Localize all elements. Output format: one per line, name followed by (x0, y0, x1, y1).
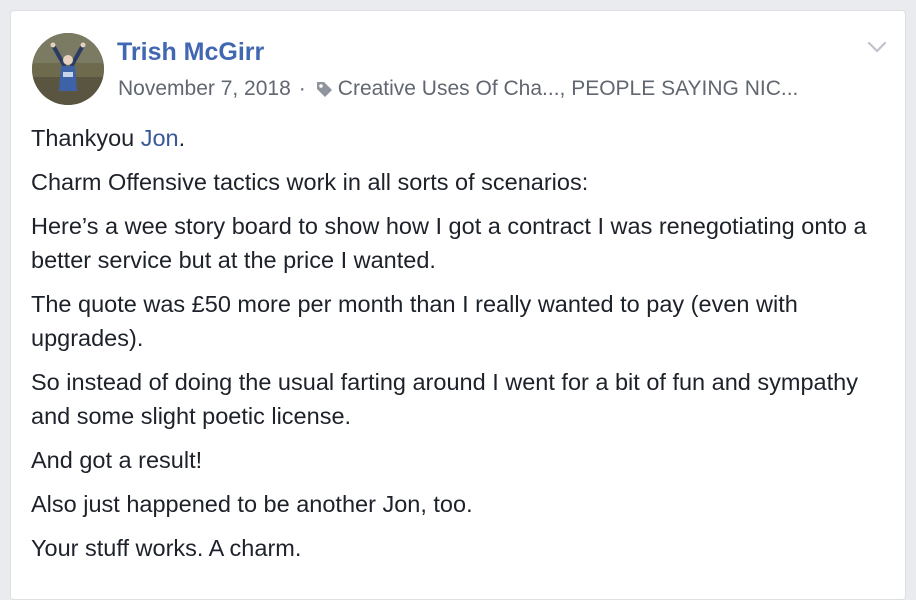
post-topics[interactable]: Creative Uses Of Cha..., PEOPLE SAYING N… (338, 77, 799, 101)
author-name[interactable]: Trish McGirr (117, 38, 264, 67)
mention-link[interactable]: Jon (141, 125, 179, 151)
paragraph-6: And got a result! (31, 447, 203, 473)
meta-separator: · (298, 77, 306, 100)
paragraph-3: Here’s a wee story board to show how I g… (31, 213, 867, 273)
post-card: Trish McGirr November 7, 2018 · Creative… (10, 10, 906, 600)
paragraph-1-end: . (178, 125, 186, 151)
tag-icon (314, 79, 334, 99)
paragraph-7: Also just happened to be another Jon, to… (31, 491, 473, 517)
post-meta: November 7, 2018 · Creative Uses Of Cha.… (118, 77, 798, 101)
paragraph-1: Thankyou Jon. (31, 121, 881, 155)
chevron-down-icon[interactable] (866, 39, 888, 55)
paragraph-4: The quote was £50 more per month than I … (31, 291, 798, 351)
avatar[interactable] (32, 33, 104, 105)
profile-photo (32, 33, 104, 105)
paragraph-1-text: Thankyou (31, 125, 141, 151)
paragraph-8: Your stuff works. A charm. (31, 535, 302, 561)
post-date[interactable]: November 7, 2018 (118, 77, 291, 101)
post-body: Thankyou Jon. Charm Offensive tactics wo… (31, 121, 881, 575)
paragraph-5: So instead of doing the usual farting ar… (31, 369, 858, 429)
paragraph-2: Charm Offensive tactics work in all sort… (31, 169, 589, 195)
